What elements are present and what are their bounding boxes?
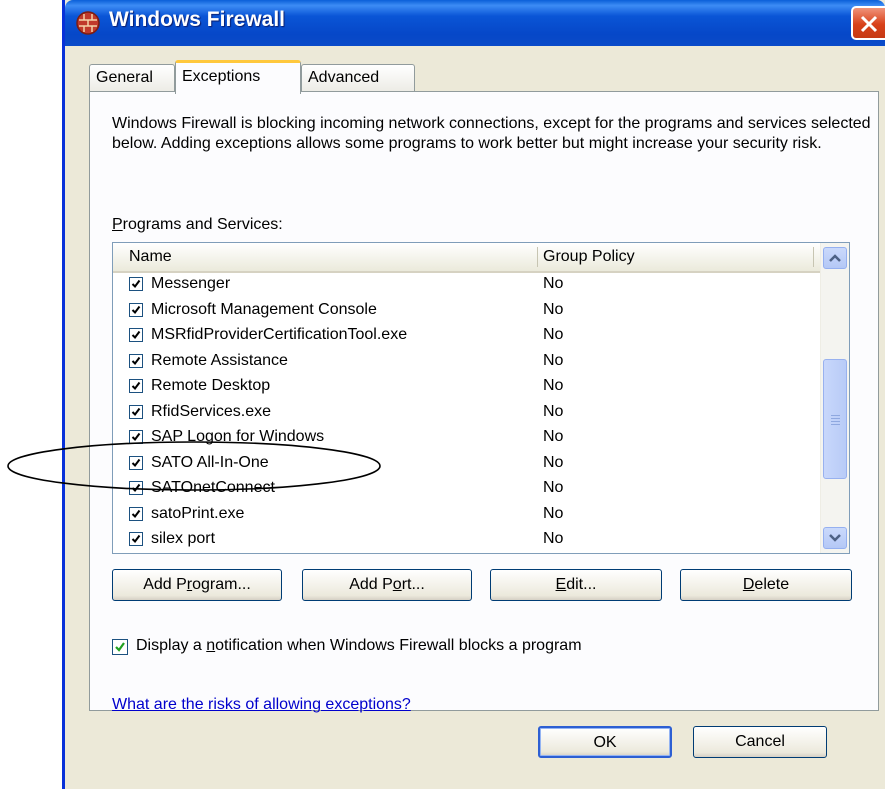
list-item[interactable]: Remote Desktop No xyxy=(113,375,823,401)
tab-advanced[interactable]: Advanced xyxy=(301,64,415,92)
ok-button[interactable]: OK xyxy=(538,726,672,758)
row-name: SATO All-In-One xyxy=(151,453,269,471)
row-group-policy: No xyxy=(543,530,564,547)
checkmark-icon xyxy=(131,432,141,442)
checkmark-icon xyxy=(131,330,141,340)
mnemonic-p: P xyxy=(112,216,123,233)
row-name: silex port xyxy=(151,530,216,547)
list-rows: Messenger No Microsoft Management Console N… xyxy=(113,273,823,553)
checkmark-icon xyxy=(131,483,141,493)
exceptions-description: Windows Firewall is blocking incoming ne… xyxy=(112,115,871,152)
row-name: SATOnetConnect xyxy=(151,479,275,496)
edit-button[interactable]: Edit... xyxy=(490,569,662,601)
row-group-policy: No xyxy=(543,326,564,343)
notification-checkbox[interactable] xyxy=(112,639,128,655)
risks-link[interactable]: What are the risks of allowing exception… xyxy=(112,696,411,714)
notification-label[interactable]: Display a notification when Windows Fire… xyxy=(136,637,582,655)
column-name[interactable]: Name xyxy=(129,248,172,266)
row-name: Remote Desktop xyxy=(151,377,271,394)
checkmark-icon xyxy=(131,534,141,544)
close-x-icon xyxy=(860,15,878,33)
checkmark-icon xyxy=(131,509,141,518)
checkmark-icon xyxy=(115,642,125,652)
row-group-policy: No xyxy=(543,402,564,420)
list-item[interactable]: MSRfidProviderCertificationTool.exe No xyxy=(113,324,823,350)
row-name: MSRfidProviderCertificationTool.exe xyxy=(151,326,408,343)
row-checkbox[interactable] xyxy=(129,277,143,291)
row-checkbox[interactable] xyxy=(129,353,143,368)
list-item[interactable]: Remote Assistance No xyxy=(113,350,823,376)
list-item[interactable]: silex port No xyxy=(113,528,823,553)
exceptions-panel: Windows Firewall is blocking incoming ne… xyxy=(89,91,879,714)
grip-line xyxy=(831,424,840,425)
row-checkbox[interactable] xyxy=(129,404,143,419)
list-item[interactable]: SATO All-In-One No xyxy=(113,452,823,478)
grip-line xyxy=(831,421,840,422)
grip-line xyxy=(831,415,840,416)
row-name: SAP Logon for Windows xyxy=(151,428,325,445)
row-name: Microsoft Management Console xyxy=(151,300,377,318)
row-checkbox[interactable] xyxy=(129,481,143,495)
row-checkbox[interactable] xyxy=(129,430,143,444)
column-divider[interactable] xyxy=(813,247,814,267)
row-group-policy: No xyxy=(543,428,564,445)
list-item[interactable]: Messenger No xyxy=(113,273,823,299)
title-bar[interactable]: Windows Firewall xyxy=(65,0,885,46)
list-item[interactable]: RfidServices.exe No xyxy=(113,401,823,427)
row-name: RfidServices.exe xyxy=(151,402,272,420)
row-checkbox[interactable] xyxy=(129,532,143,546)
row-name: satoPrint.exe xyxy=(151,504,245,522)
checkmark-icon xyxy=(131,381,141,391)
column-divider[interactable] xyxy=(537,247,538,267)
list-header: Name Group Policy xyxy=(113,243,823,273)
chevron-down-icon xyxy=(829,534,841,542)
list-item[interactable]: SAP Logon for Windows No xyxy=(113,426,823,452)
row-group-policy: No xyxy=(543,504,564,522)
list-item[interactable]: Microsoft Management Console No xyxy=(113,299,823,325)
scroll-down-button[interactable] xyxy=(823,527,847,549)
tab-general[interactable]: General xyxy=(89,64,175,92)
tab-exceptions[interactable]: Exceptions xyxy=(175,60,301,94)
checkmark-icon xyxy=(131,305,141,314)
checkmark-icon xyxy=(131,279,141,289)
firewall-dialog: Windows Firewall General Exceptions Adva… xyxy=(62,0,885,789)
row-checkbox[interactable] xyxy=(129,379,143,393)
list-item[interactable]: satoPrint.exe No xyxy=(113,503,823,529)
row-checkbox[interactable] xyxy=(129,455,143,470)
close-button[interactable] xyxy=(851,6,885,40)
row-group-policy: No xyxy=(543,275,564,292)
row-checkbox[interactable] xyxy=(129,506,143,521)
vertical-scrollbar[interactable] xyxy=(820,243,849,553)
grip-line xyxy=(831,418,840,419)
column-group-policy[interactable]: Group Policy xyxy=(543,248,635,266)
row-checkbox[interactable] xyxy=(129,328,143,342)
checkmark-icon xyxy=(131,356,141,365)
row-checkbox[interactable] xyxy=(129,302,143,317)
row-name: Remote Assistance xyxy=(151,351,288,369)
programs-list[interactable]: Name Group Policy Messenger No Microsoft M… xyxy=(112,242,850,554)
add-port-button[interactable]: Add Port... xyxy=(302,569,472,601)
checkmark-icon xyxy=(131,458,141,467)
chevron-up-icon xyxy=(829,254,841,262)
list-item[interactable]: SATOnetConnect No xyxy=(113,477,823,503)
add-program-button[interactable]: Add Program... xyxy=(112,569,282,601)
programs-and-services-label: Programs and Services: xyxy=(112,216,283,234)
checkmark-icon xyxy=(131,407,141,416)
row-group-policy: No xyxy=(543,300,564,318)
delete-button[interactable]: Delete xyxy=(680,569,852,601)
window-title: Windows Firewall xyxy=(109,8,285,31)
row-group-policy: No xyxy=(543,453,564,471)
row-name: Messenger xyxy=(151,275,231,292)
scroll-up-button[interactable] xyxy=(823,247,847,269)
firewall-brick-icon xyxy=(75,10,101,36)
row-group-policy: No xyxy=(543,479,564,496)
row-group-policy: No xyxy=(543,377,564,394)
section-label-rest: rograms and Services: xyxy=(122,216,283,233)
scroll-thumb[interactable] xyxy=(823,359,847,479)
row-group-policy: No xyxy=(543,351,564,369)
cancel-button[interactable]: Cancel xyxy=(693,726,827,758)
